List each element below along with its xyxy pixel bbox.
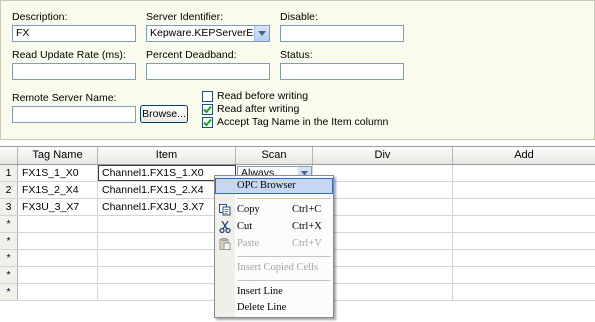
tag-name-cell[interactable] [18, 250, 98, 266]
accept-tag-name-checkbox[interactable]: Accept Tag Name in the Item column [202, 116, 388, 128]
div-cell[interactable] [313, 267, 453, 283]
tag-name-cell[interactable]: FX1S_2_X4 [18, 182, 98, 198]
grid-header: Tag Name Item Scan Div Add [0, 147, 595, 165]
tag-name-cell[interactable] [18, 267, 98, 283]
server-identifier-label: Server Identifier: [146, 11, 224, 23]
browse-button[interactable]: Browse... [140, 105, 188, 123]
div-cell[interactable] [313, 250, 453, 266]
row-number-header [0, 147, 18, 164]
div-cell[interactable] [313, 233, 453, 249]
checkbox-box[interactable] [202, 90, 213, 102]
checkmark-icon [203, 105, 212, 113]
menu-item-shortcut: Ctrl+V [292, 238, 322, 249]
menu-item-insert-copied-cells[interactable]: Insert Copied Cells [215, 260, 333, 276]
row-number[interactable]: 2 [0, 182, 18, 198]
chevron-down-icon[interactable] [254, 26, 269, 41]
checkbox-label: Read after writing [217, 103, 300, 115]
tag-name-cell[interactable]: FX1S_1_X0 [18, 165, 98, 181]
menu-item-paste[interactable]: Paste Ctrl+V [215, 236, 333, 252]
menu-item-opc-browser[interactable]: OPC Browser [215, 178, 333, 194]
add-cell[interactable] [453, 233, 595, 249]
read-before-writing-checkbox[interactable]: Read before writing [202, 90, 308, 102]
row-number[interactable]: 3 [0, 199, 18, 215]
row-number[interactable]: * [0, 284, 18, 300]
div-cell[interactable] [313, 216, 453, 232]
description-field[interactable]: FX [12, 25, 136, 42]
percent-deadband-label: Percent Deadband: [146, 49, 237, 61]
checkbox-label: Read before writing [217, 90, 309, 102]
add-cell[interactable] [453, 250, 595, 266]
add-cell[interactable] [453, 199, 595, 215]
read-update-rate-label: Read Update Rate (ms): [12, 49, 126, 61]
paste-icon [219, 238, 231, 250]
menu-separator [237, 256, 331, 257]
row-number[interactable]: * [0, 233, 18, 249]
disable-label: Disable: [280, 11, 318, 23]
menu-item-label: Cut [237, 221, 253, 232]
status-label: Status: [280, 49, 313, 61]
tag-name-cell[interactable] [18, 233, 98, 249]
div-cell[interactable] [313, 182, 453, 198]
menu-item-label: Paste [237, 238, 260, 249]
column-header-add[interactable]: Add [453, 147, 595, 164]
column-header-scan[interactable]: Scan [236, 147, 313, 164]
opc-group-form: Description: FX Server Identifier: Kepwa… [0, 0, 595, 140]
column-header-div[interactable]: Div [313, 147, 453, 164]
menu-item-copy[interactable]: Copy Ctrl+C [215, 202, 333, 218]
menu-item-label: OPC Browser [237, 180, 296, 191]
checkbox-box[interactable] [202, 116, 213, 128]
menu-item-cut[interactable]: Cut Ctrl+X [215, 219, 333, 235]
scissors-icon [219, 221, 231, 233]
grid-context-menu: OPC Browser Copy Ctrl+C Cut Ctrl+X Paste… [214, 175, 334, 318]
add-cell[interactable] [453, 284, 595, 300]
row-number[interactable]: * [0, 267, 18, 283]
menu-item-shortcut: Ctrl+C [292, 204, 322, 215]
read-update-rate-field[interactable] [12, 63, 136, 80]
status-field[interactable] [280, 63, 404, 80]
row-number[interactable]: * [0, 216, 18, 232]
checkmark-icon [203, 118, 212, 126]
menu-item-label: Insert Line [237, 286, 283, 297]
menu-separator [237, 198, 331, 199]
tag-name-cell[interactable] [18, 216, 98, 232]
copy-icon [219, 204, 231, 216]
div-cell[interactable] [313, 199, 453, 215]
menu-item-shortcut: Ctrl+X [292, 221, 322, 232]
column-header-tag-name[interactable]: Tag Name [18, 147, 98, 164]
row-number[interactable]: * [0, 250, 18, 266]
server-identifier-value: Kepware.KEPServerEX.\ [150, 27, 267, 39]
add-cell[interactable] [453, 216, 595, 232]
disable-field[interactable] [280, 25, 404, 42]
row-number[interactable]: 1 [0, 165, 18, 181]
div-cell[interactable] [313, 165, 453, 181]
tag-name-cell[interactable]: FX3U_3_X7 [18, 199, 98, 215]
percent-deadband-field[interactable] [146, 63, 270, 80]
checkbox-box[interactable] [202, 103, 213, 115]
read-after-writing-checkbox[interactable]: Read after writing [202, 103, 299, 115]
server-identifier-select[interactable]: Kepware.KEPServerEX.\ [146, 25, 270, 42]
menu-item-label: Insert Copied Cells [237, 262, 319, 273]
menu-item-label: Copy [237, 204, 260, 215]
menu-item-label: Delete Line [237, 302, 287, 313]
menu-separator [237, 280, 331, 281]
checkbox-label: Accept Tag Name in the Item column [217, 116, 389, 128]
remote-server-label: Remote Server Name: [12, 92, 117, 104]
description-label: Description: [12, 11, 68, 23]
menu-item-insert-line[interactable]: Insert Line [215, 284, 333, 300]
menu-item-delete-line[interactable]: Delete Line [215, 300, 333, 316]
tag-name-cell[interactable] [18, 284, 98, 300]
column-header-item[interactable]: Item [98, 147, 236, 164]
div-cell[interactable] [313, 284, 453, 300]
add-cell[interactable] [453, 165, 595, 181]
remote-server-field[interactable] [12, 106, 136, 123]
add-cell[interactable] [453, 182, 595, 198]
add-cell[interactable] [453, 267, 595, 283]
